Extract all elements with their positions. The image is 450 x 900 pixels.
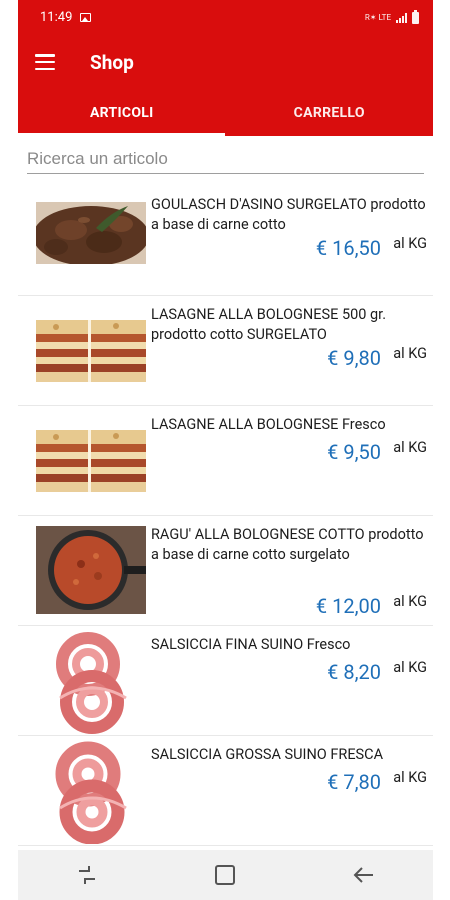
list-item[interactable]: LASAGNE ALLA BOLOGNESE Fresco € 9,50 al … bbox=[18, 406, 433, 516]
goulash-image bbox=[36, 202, 146, 264]
item-price: € 9,80 bbox=[327, 346, 381, 370]
recent-apps-icon[interactable] bbox=[67, 860, 107, 890]
item-price: € 9,50 bbox=[327, 440, 381, 464]
list-item[interactable]: RAGU' ALLA BOLOGNESE COTTO prodotto a ba… bbox=[18, 516, 433, 626]
item-price: € 12,00 bbox=[315, 594, 381, 618]
item-price: € 8,20 bbox=[327, 660, 381, 684]
tab-articoli[interactable]: ARTICOLI bbox=[18, 89, 226, 136]
sausage-image bbox=[46, 738, 136, 844]
app-bar: Shop bbox=[18, 35, 433, 89]
item-unit: al KG bbox=[393, 345, 427, 362]
tab-carrello[interactable]: CARRELLO bbox=[226, 89, 434, 136]
item-unit: al KG bbox=[393, 235, 427, 252]
status-bar: 11:49 R✶ LTE bbox=[18, 0, 433, 35]
item-unit: al KG bbox=[393, 769, 427, 786]
image-notification-icon bbox=[80, 13, 92, 22]
lasagne-image bbox=[36, 320, 146, 382]
item-price: € 16,50 bbox=[315, 236, 381, 260]
home-icon[interactable] bbox=[205, 860, 245, 890]
status-icons: R✶ LTE bbox=[364, 9, 419, 24]
search-input[interactable] bbox=[27, 149, 424, 174]
list-item[interactable]: SALSICCIA GROSSA SUINO FRESCA € 7,80 al … bbox=[18, 736, 433, 846]
item-name: GOULASCH D'ASINO SURGELATO prodotto a ba… bbox=[151, 196, 426, 233]
search-container bbox=[18, 136, 433, 186]
item-name: SALSICCIA GROSSA SUINO FRESCA bbox=[151, 746, 384, 763]
signal-icon bbox=[396, 12, 407, 23]
item-name: LASAGNE ALLA BOLOGNESE 500 gr. prodotto … bbox=[151, 306, 387, 343]
tab-bar: ARTICOLI CARRELLO bbox=[18, 89, 433, 136]
ragu-image bbox=[36, 526, 146, 614]
item-name: LASAGNE ALLA BOLOGNESE Fresco bbox=[151, 416, 386, 433]
app-title: Shop bbox=[90, 50, 134, 74]
battery-icon bbox=[412, 9, 419, 24]
item-name: RAGU' ALLA BOLOGNESE COTTO prodotto a ba… bbox=[151, 526, 424, 563]
lasagne-image bbox=[36, 430, 146, 492]
status-time: 11:49 bbox=[40, 10, 73, 25]
product-list: GOULASCH D'ASINO SURGELATO prodotto a ba… bbox=[18, 186, 433, 846]
tab-indicator bbox=[18, 133, 225, 136]
hamburger-menu-icon[interactable] bbox=[35, 54, 55, 70]
back-icon[interactable] bbox=[344, 860, 384, 890]
item-unit: al KG bbox=[393, 439, 427, 456]
list-item[interactable]: SALSICCIA FINA SUINO Fresco € 8,20 al KG bbox=[18, 626, 433, 736]
list-item[interactable]: LASAGNE ALLA BOLOGNESE 500 gr. prodotto … bbox=[18, 296, 433, 406]
item-name: SALSICCIA FINA SUINO Fresco bbox=[151, 636, 351, 653]
list-item[interactable]: GOULASCH D'ASINO SURGELATO prodotto a ba… bbox=[18, 186, 433, 296]
phone-screen: 11:49 R✶ LTE Shop ARTICOLI CARRELLO Rice… bbox=[18, 0, 433, 900]
status-indicators: R✶ LTE bbox=[364, 13, 391, 22]
item-unit: al KG bbox=[393, 659, 427, 676]
system-navigation-bar bbox=[18, 850, 433, 900]
sausage-image bbox=[46, 628, 136, 734]
item-unit: al KG bbox=[393, 593, 427, 610]
item-price: € 7,80 bbox=[327, 770, 381, 794]
